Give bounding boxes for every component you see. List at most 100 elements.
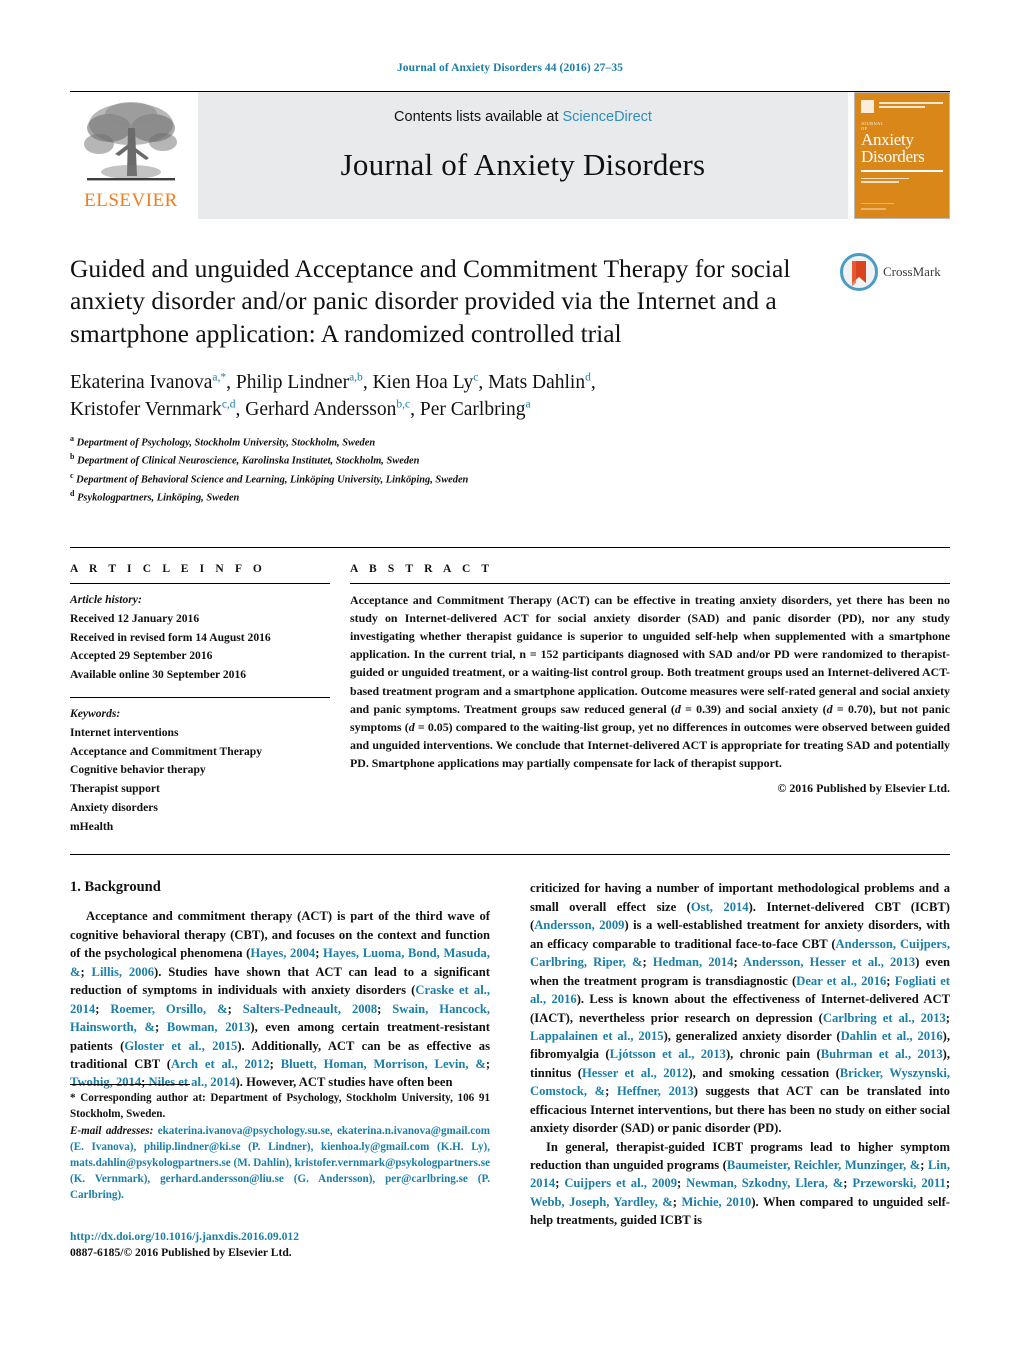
author-name: Gerhard Andersson: [245, 399, 397, 421]
cover-title-disorders: Disorders: [861, 147, 925, 166]
article-info-divider: [70, 583, 330, 585]
journal-title: Journal of Anxiety Disorders: [340, 147, 706, 182]
journal-cover-thumbnail: JOURNAL OF Anxiety Disorders: [854, 92, 950, 219]
author-list: Ekaterina Ivanovaa,*, Philip Lindnera,b,…: [70, 370, 950, 424]
citation-link[interactable]: Andersson, Hesser et al., 2013: [743, 955, 915, 969]
body-paragraph: criticized for having a number of import…: [530, 881, 950, 1136]
elsevier-tree-icon: [84, 102, 177, 181]
contents-available-line: Contents lists available at ScienceDirec…: [394, 109, 652, 125]
crossmark-label: CrossMark: [883, 264, 941, 279]
citation-link[interactable]: Lillis, 2006: [92, 965, 155, 979]
author-name: Per Carlbring: [419, 399, 526, 421]
cover-title-block: JOURNAL OF Anxiety Disorders: [861, 121, 943, 166]
citation-link[interactable]: Hayes, 2004: [250, 946, 315, 960]
citation-link[interactable]: Hesser et al., 2012: [582, 1066, 689, 1080]
sciencedirect-link[interactable]: ScienceDirect: [563, 109, 652, 125]
article-history-item: Received in revised form 14 August 2016: [70, 630, 271, 644]
citation-link[interactable]: Dear et al., 2016: [796, 974, 886, 988]
title-block: Guided and unguided Acceptance and Commi…: [70, 253, 950, 506]
citation-link[interactable]: Webb, Joseph, Yardley, &: [530, 1195, 673, 1209]
cover-header-dashes: [879, 102, 943, 108]
elsevier-logo: ELSEVIER: [70, 92, 192, 219]
cover-divider: [861, 170, 943, 172]
email-addresses-label: E-mail addresses:: [70, 1124, 154, 1137]
citation-link[interactable]: Bluett, Homan, Morrison, Levin, &: [281, 1057, 486, 1071]
author-affil-marker: a,*: [212, 371, 227, 384]
journal-masthead: ELSEVIER Contents lists available at Sci…: [70, 91, 950, 219]
affiliation-marker: b: [70, 452, 75, 462]
citation-link[interactable]: Newman, Szkodny, Llera, &: [686, 1176, 843, 1190]
keyword-item: Acceptance and Commitment Therapy: [70, 744, 263, 758]
article-history-label: Article history:: [70, 593, 142, 607]
abstract-bottom-rule: [70, 854, 950, 856]
citation-link[interactable]: Salters-Pedneault, 2008: [243, 1002, 377, 1016]
author-line-1: Ekaterina Ivanovaa,*, Philip Lindnera,b,…: [70, 371, 596, 394]
paper-page: Journal of Anxiety Disorders 44 (2016) 2…: [0, 0, 1020, 1351]
affiliation-marker: d: [70, 488, 75, 498]
affiliation-marker: c: [70, 470, 74, 480]
citation-link[interactable]: Baumeister, Reichler, Munzinger, &: [727, 1158, 920, 1172]
author-affil-marker: a,b: [349, 371, 363, 384]
affiliation-item: b Department of Clinical Neuroscience, K…: [70, 451, 950, 469]
author-affil-marker: a: [525, 398, 531, 411]
body-paragraph: Acceptance and commitment therapy (ACT) …: [70, 909, 491, 1090]
citation-link[interactable]: Bowman, 2013: [167, 1020, 251, 1034]
affiliation-item: c Department of Behavioral Science and L…: [70, 470, 950, 488]
body-paragraph: In general, therapist-guided ICBT progra…: [530, 1139, 951, 1228]
article-history-item: Available online 30 September 2016: [70, 668, 247, 682]
citation-link[interactable]: Cuijpers et al., 2009: [564, 1176, 677, 1190]
keyword-item: Internet interventions: [70, 725, 179, 739]
citation-link[interactable]: Buhrman et al., 2013: [821, 1047, 943, 1061]
citation-link[interactable]: Michie, 2010: [681, 1195, 751, 1209]
affiliation-marker: a: [70, 433, 74, 443]
citation-link[interactable]: Heffner, 2013: [617, 1084, 694, 1098]
abstract-heading: A B S T R A C T: [350, 563, 494, 576]
keyword-item: Cognitive behavior therapy: [70, 763, 206, 777]
body-column-right: criticized for having a number of import…: [530, 879, 950, 1229]
keyword-item: Therapist support: [70, 782, 160, 796]
citation-link[interactable]: Ost, 2014: [691, 900, 749, 914]
crossmark-badge[interactable]: CrossMark: [840, 253, 952, 291]
keywords-label: Keywords:: [70, 706, 121, 720]
citation-link[interactable]: Gloster et al., 2015: [124, 1039, 237, 1053]
author-name: Kien Hoa Ly: [372, 372, 474, 394]
citation-link[interactable]: Ljótsson et al., 2013: [610, 1047, 726, 1061]
running-head: Journal of Anxiety Disorders 44 (2016) 2…: [396, 62, 624, 74]
citation-link[interactable]: Fogliati et al., 2016: [530, 974, 950, 1006]
citation-link[interactable]: Andersson, 2009: [534, 918, 624, 932]
footnote-region: * Corresponding author at: Department of…: [70, 1084, 490, 1261]
cover-elsevier-mark-icon: [861, 100, 874, 113]
cover-kicker-of: OF: [861, 125, 868, 131]
citation-link[interactable]: Przeworski, 2011: [852, 1176, 945, 1190]
keyword-item: Anxiety disorders: [70, 800, 158, 814]
journal-band: Contents lists available at ScienceDirec…: [198, 92, 848, 219]
cover-editor-block: [861, 177, 943, 185]
page-title: Guided and unguided Acceptance and Commi…: [70, 254, 791, 348]
affiliation-text: Psykologpartners, Linköping, Sweden: [77, 492, 240, 504]
citation-link[interactable]: Carlbring et al., 2013: [823, 1011, 946, 1025]
doi-link[interactable]: http://dx.doi.org/10.1016/j.janxdis.2016…: [70, 1230, 490, 1243]
abstract-text: Acceptance and Commitment Therapy (ACT) …: [350, 593, 951, 770]
citation-link[interactable]: Lappalainen et al., 2015: [530, 1029, 664, 1043]
citation-link[interactable]: Hedman, 2014: [653, 955, 734, 969]
article-history-item: Accepted 29 September 2016: [70, 649, 213, 663]
abstract-divider: [350, 583, 950, 585]
contents-prefix: Contents lists available at: [394, 109, 563, 125]
corresponding-author-note: * Corresponding author at: Department of…: [70, 1092, 490, 1120]
author-name: Kristofer Vernmark: [70, 399, 222, 421]
elsevier-wordmark: ELSEVIER: [84, 190, 178, 211]
citation-link[interactable]: Dahlin et al., 2016: [841, 1029, 943, 1043]
affiliation-item: d Psykologpartners, Linköping, Sweden: [70, 488, 950, 506]
author-affil-marker: d: [585, 371, 591, 384]
crossmark-icon: [840, 253, 878, 291]
article-info-column: A R T I C L E I N F O Article history: R…: [70, 563, 350, 836]
abstract-column: A B S T R A C T Acceptance and Commitmen…: [350, 563, 950, 836]
citation-link[interactable]: Arch et al., 2012: [171, 1057, 270, 1071]
article-info-heading: A R T I C L E I N F O: [70, 563, 266, 576]
keywords-block: Keywords: Internet interventions Accepta…: [70, 696, 330, 836]
citation-link[interactable]: Roemer, Orsillo, &: [110, 1002, 227, 1016]
author-name: Ekaterina Ivanova: [70, 372, 213, 394]
author-line-2: Kristofer Vernmarkc,d, Gerhard Andersson…: [70, 398, 531, 421]
cover-footer-block: [861, 202, 943, 212]
doi-block: http://dx.doi.org/10.1016/j.janxdis.2016…: [70, 1230, 490, 1261]
